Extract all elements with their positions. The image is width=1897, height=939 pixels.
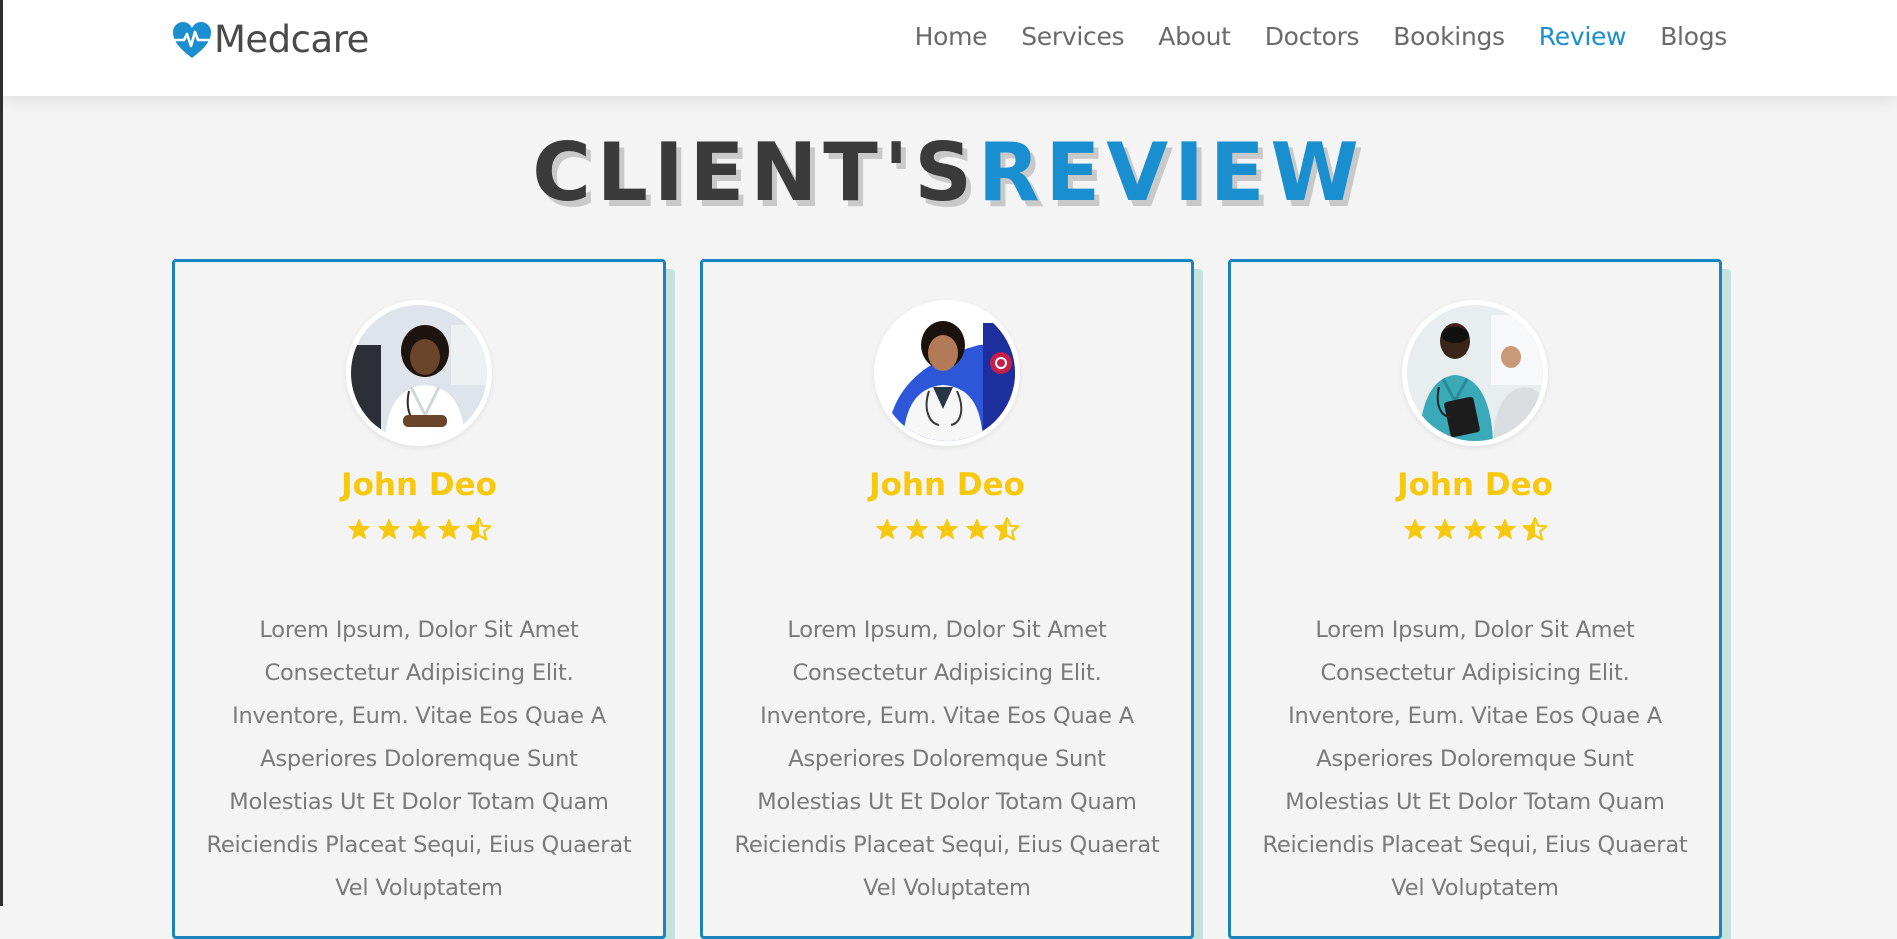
nav-about[interactable]: About [1158, 22, 1231, 51]
nav-doctors[interactable]: Doctors [1265, 22, 1360, 51]
star-half-icon [994, 517, 1020, 541]
star-icon [935, 518, 959, 540]
star-icon [437, 518, 461, 540]
star-icon [965, 518, 989, 540]
star-rating [1231, 516, 1719, 542]
review-card: John Deo Lorem Ipsum, Dolor Sit Amet Con… [1228, 259, 1722, 939]
star-icon [875, 518, 899, 540]
nav-services[interactable]: Services [1021, 22, 1124, 51]
brand-logo[interactable]: Medcare [171, 18, 369, 61]
nav-blogs[interactable]: Blogs [1660, 22, 1727, 51]
star-icon [1463, 518, 1487, 540]
star-icon [905, 518, 929, 540]
site-header: Medcare Home Services About Doctors Book… [3, 0, 1897, 96]
review-text: Lorem Ipsum, Dolor Sit Amet Consectetur … [1262, 617, 1688, 901]
star-icon [1493, 518, 1517, 540]
nav-home[interactable]: Home [915, 22, 988, 51]
doctor-photo-1 [351, 305, 487, 441]
avatar [874, 300, 1020, 446]
star-icon [1403, 518, 1427, 540]
review-card: John Deo Lorem Ipsum, Dolor Sit Amet Con… [172, 259, 666, 939]
review-card: John Deo Lorem Ipsum, Dolor Sit Amet Con… [700, 259, 1194, 939]
heading-part-1: CLIENT'S [532, 126, 978, 219]
star-half-icon [1522, 517, 1548, 541]
main-nav: Home Services About Doctors Bookings Rev… [881, 22, 1728, 51]
review-text: Lorem Ipsum, Dolor Sit Amet Consectetur … [734, 617, 1160, 901]
star-rating [703, 516, 1191, 542]
review-text: Lorem Ipsum, Dolor Sit Amet Consectetur … [206, 617, 632, 901]
avatar [346, 300, 492, 446]
star-icon [377, 518, 401, 540]
reviewer-name: John Deo [1397, 467, 1553, 503]
brand-name: Medcare [214, 18, 369, 61]
avatar [1402, 300, 1548, 446]
star-icon [1433, 518, 1457, 540]
section-heading: CLIENT'SREVIEW [0, 128, 1897, 218]
reviewer-name: John Deo [341, 467, 497, 503]
star-half-icon [466, 517, 492, 541]
heartbeat-icon [173, 21, 211, 58]
reviewer-name: John Deo [869, 467, 1025, 503]
nav-review[interactable]: Review [1539, 22, 1627, 51]
heading-part-2: REVIEW [977, 126, 1365, 219]
doctor-photo-3 [1407, 305, 1543, 441]
doctor-photo-2 [879, 305, 1015, 441]
star-icon [347, 518, 371, 540]
star-rating [175, 516, 663, 542]
nav-bookings[interactable]: Bookings [1393, 22, 1505, 51]
star-icon [407, 518, 431, 540]
